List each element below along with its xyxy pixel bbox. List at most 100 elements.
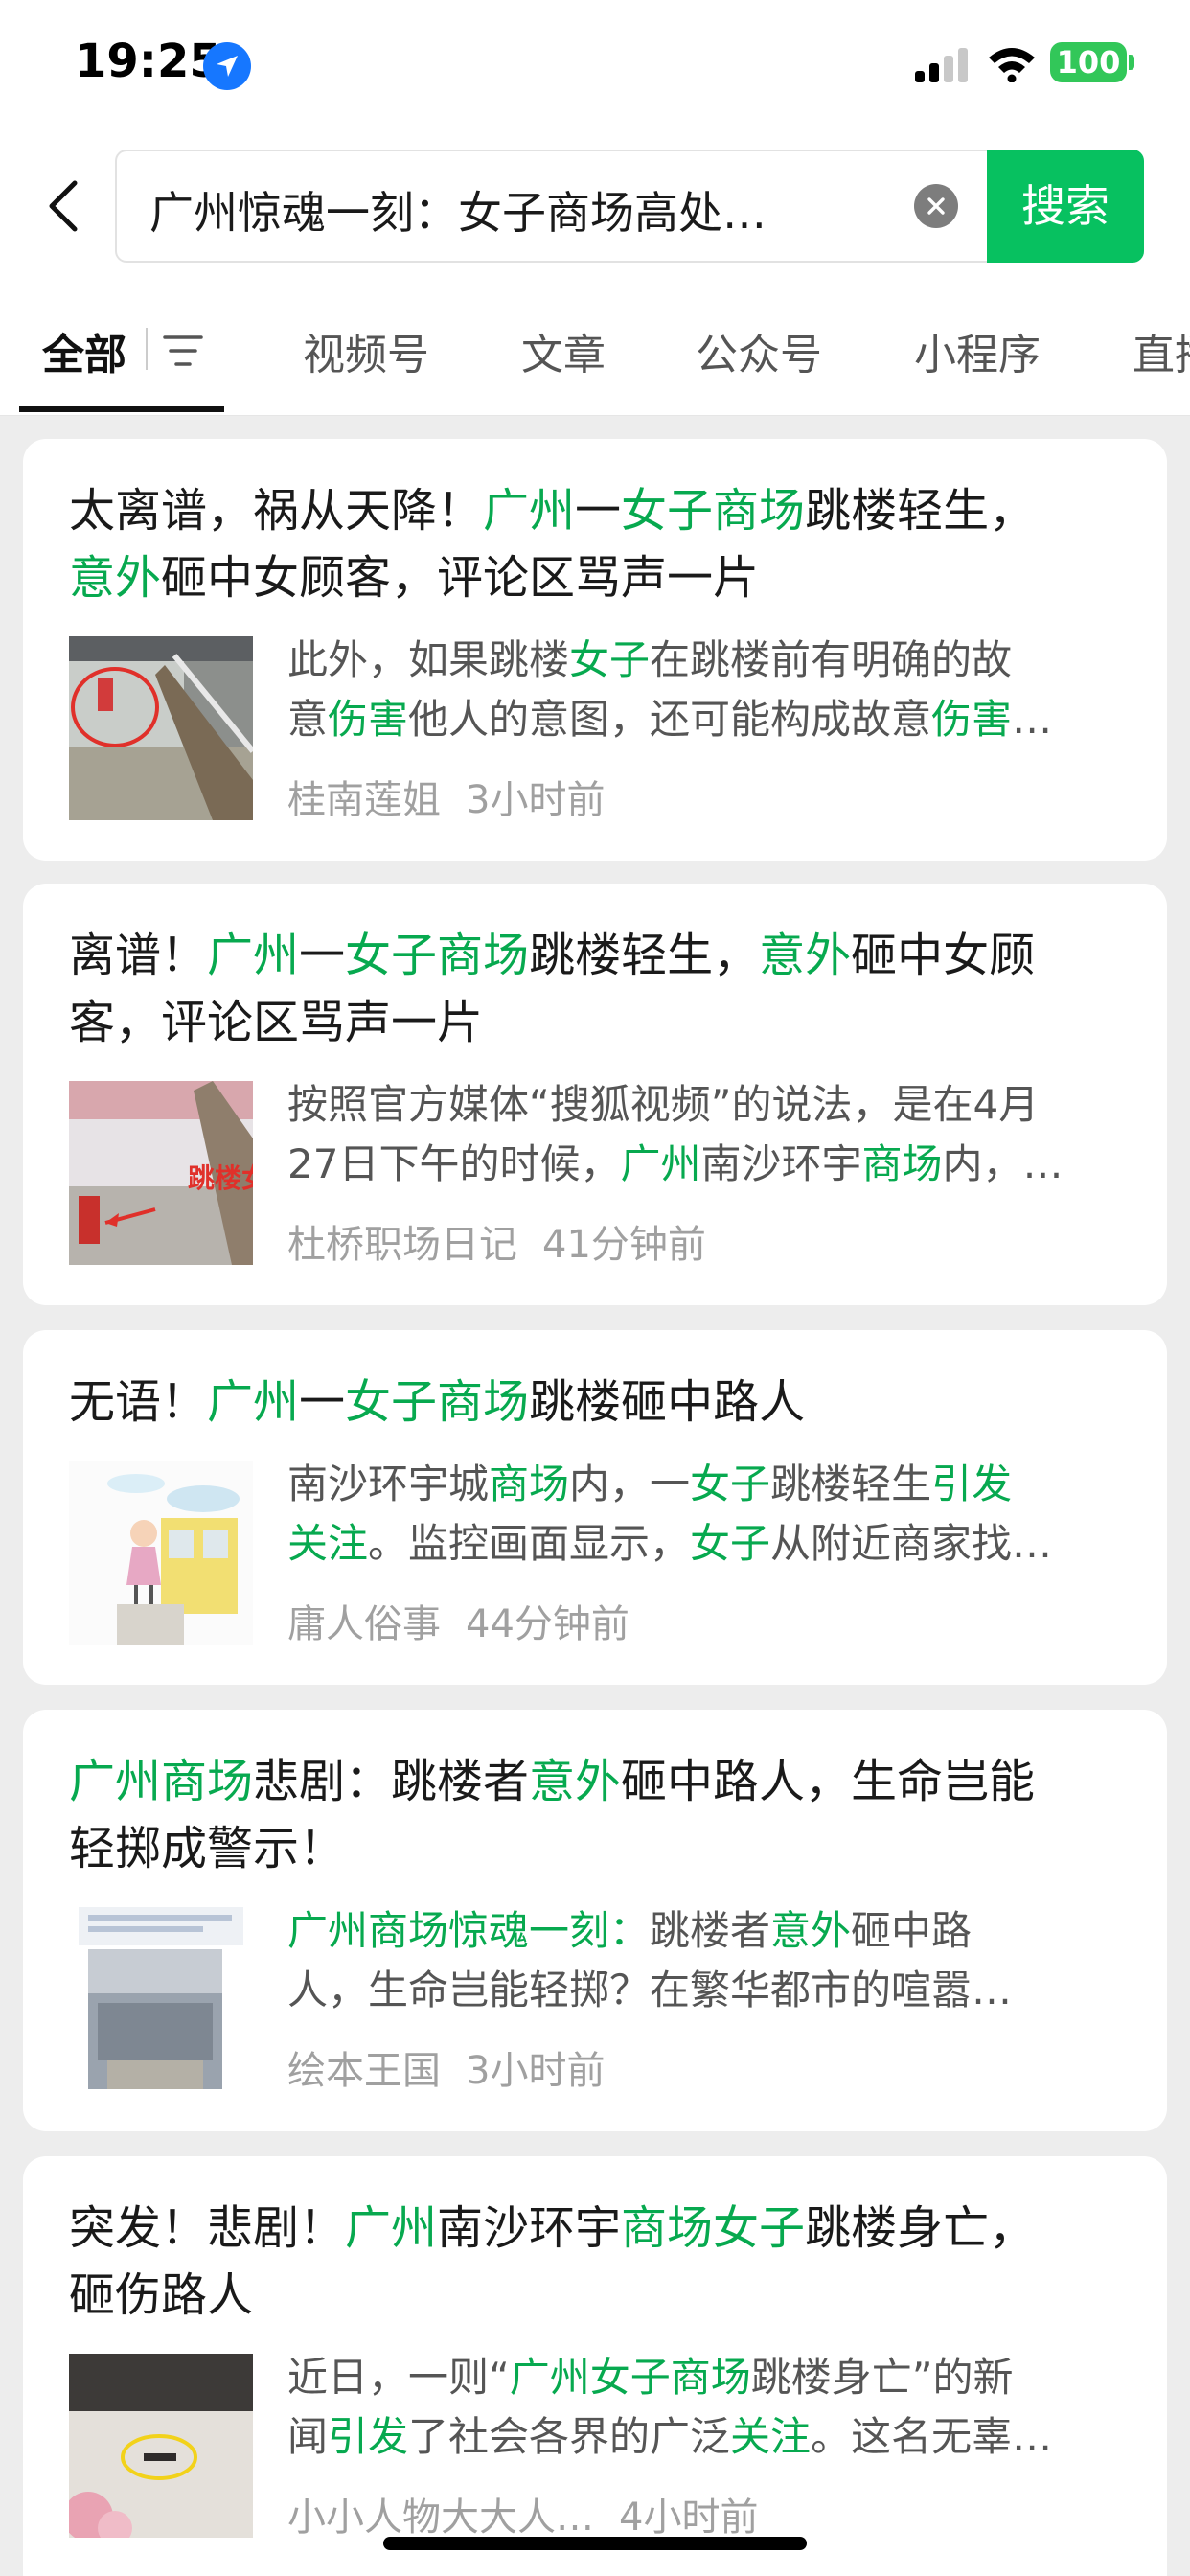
result-title: 离谱！广州一女子商场跳楼轻生，意外砸中女顾客，评论区骂声一片 [69,922,1133,1056]
text-segment: 跳楼身亡”的新 [750,2354,1014,2401]
highlighted-keyword: 意外 [529,1755,622,1808]
text-segment: 客，评论区骂声一片 [69,996,484,1049]
highlighted-keyword: 意外 [759,929,852,982]
text-segment: 一 [575,484,622,538]
text-line: 砸伤路人 [69,2262,1133,2329]
text-line: 客，评论区骂声一片 [69,989,1133,1056]
highlighted-keyword: 引发 [328,2413,409,2460]
text-segment: 27日下午的时候， [287,1140,621,1187]
text-segment: 跳楼轻生 [770,1460,932,1507]
result-card[interactable]: 突发！悲剧！广州南沙环宇商场女子跳楼身亡， 砸伤路人 近日，一则“广州女子商场跳楼… [23,2156,1167,2576]
filter-tabs: 全部 视频号 文章 公众号 小程序 直播 [0,288,1190,416]
text-line: 离谱！广州一女子商场跳楼轻生，意外砸中女顾 [69,922,1133,989]
highlighted-keyword: 意外 [770,1907,852,1954]
text-line: 南沙环宇城商场内，一女子跳楼轻生引发 [287,1455,1140,1514]
result-source[interactable]: 小小人物大大人… [287,2496,594,2540]
text-segment: 。监控画面显示， [368,1520,691,1567]
back-chevron-icon[interactable] [42,177,84,235]
result-snippet: 近日，一则“广州女子商场跳楼身亡”的新 闻引发了社会各界的广泛关注。这名无辜… [287,2348,1140,2467]
result-card[interactable]: 离谱！广州一女子商场跳楼轻生，意外砸中女顾客，评论区骂声一片 跳楼女子 按照官方… [23,884,1167,1305]
result-card[interactable]: 太离谱，祸从天降！广州一女子商场跳楼轻生， 意外砸中女顾客，评论区骂声一片 此外，… [23,439,1167,861]
highlighted-keyword: 广州商场 [69,1755,254,1808]
battery-indicator: 100 [1050,42,1127,82]
text-segment: 跳楼轻生， [529,929,760,982]
battery-tip [1129,55,1134,70]
text-segment: 突发！悲剧！ [69,2201,346,2255]
tab-channels[interactable]: 视频号 [303,320,429,381]
text-segment: 一 [299,1375,346,1429]
search-button[interactable]: 搜索 [987,150,1144,263]
highlighted-keyword: 引发 [931,1460,1013,1507]
text-segment: 悲剧：跳楼者 [253,1755,530,1808]
text-segment: 内，一 [569,1460,691,1507]
highlighted-keyword: 伤害 [328,696,409,743]
text-line: 此外，如果跳楼女子在跳楼前有明确的故 [287,631,1140,690]
result-thumbnail [69,2354,253,2538]
highlighted-keyword: 关注 [287,1520,369,1567]
result-meta: 小小人物大大人… 4小时前 [287,2486,758,2542]
result-source[interactable]: 桂南莲姐 [287,778,441,822]
result-snippet: 广州商场惊魂一刻：跳楼者意外砸中路人，生命岂能轻掷？在繁华都市的喧嚣… [287,1901,1140,2020]
tab-live[interactable]: 直播 [1133,320,1190,381]
result-snippet: 南沙环宇城商场内，一女子跳楼轻生引发 关注。监控画面显示，女子从附近商家找… [287,1455,1140,1574]
text-segment: 南沙环宇 [437,2201,622,2255]
result-title: 无语！广州一女子商场跳楼砸中路人 [69,1368,1133,1436]
result-card[interactable]: 广州商场悲剧：跳楼者意外砸中路人，生命岂能 轻掷成警示！ 广州商场惊魂一刻：跳楼者… [23,1710,1167,2131]
result-time: 3小时前 [466,2049,606,2093]
highlighted-keyword: 广州 [483,484,576,538]
result-thumbnail [69,1907,253,2091]
highlighted-keyword: 广州商场惊魂一刻： [287,1907,651,1954]
text-segment: 人，生命岂能轻掷？在繁华都市的喧嚣… [287,1966,1013,2013]
highlighted-keyword: 广州 [345,2201,438,2255]
highlighted-keyword: 广州 [207,1375,300,1429]
status-bar: 19:25 100 [0,0,1190,134]
text-segment: 。这名无辜… [811,2413,1053,2460]
text-line: 广州商场惊魂一刻：跳楼者意外砸中路 [287,1901,1140,1961]
text-line: 轻掷成警示！ [69,1815,1133,1882]
text-line: 按照官方媒体“搜狐视频”的说法，是在4月 [287,1075,1140,1135]
text-line: 关注。监控画面显示，女子从附近商家找… [287,1514,1140,1574]
text-segment: 从附近商家找… [770,1520,1053,1567]
result-thumbnail: 跳楼女子 [69,1081,253,1265]
result-source[interactable]: 庸人俗事 [287,1602,441,1646]
result-source[interactable]: 绘本王国 [287,2049,441,2093]
status-time: 19:25 [75,34,221,88]
result-time: 44分钟前 [466,1602,629,1646]
result-title: 太离谱，祸从天降！广州一女子商场跳楼轻生， 意外砸中女顾客，评论区骂声一片 [69,477,1133,611]
text-segment: 按照官方媒体“搜狐视频”的说法，是在4月 [287,1081,1040,1128]
highlighted-keyword: 广州 [207,929,300,982]
tab-articles[interactable]: 文章 [521,320,606,381]
highlighted-keyword: 伤害 [931,696,1013,743]
text-line: 近日，一则“广州女子商场跳楼身亡”的新 [287,2348,1140,2407]
result-source[interactable]: 杜桥职场日记 [287,1223,517,1267]
result-meta: 庸人俗事 44分钟前 [287,1593,629,1648]
tab-mini-programs[interactable]: 小程序 [914,320,1041,381]
text-line: 太离谱，祸从天降！广州一女子商场跳楼轻生， [69,477,1133,544]
text-segment: 内，… [942,1140,1064,1187]
tab-all[interactable]: 全部 [42,320,126,381]
text-line: 意外砸中女顾客，评论区骂声一片 [69,544,1133,611]
text-line: 意伤害他人的意图，还可能构成故意伤害… [287,690,1140,749]
filter-icon[interactable] [163,334,203,372]
text-segment: 跳楼身亡， [805,2201,1036,2255]
location-arrow-icon [203,42,251,90]
text-segment: 跳楼砸中路人 [529,1375,806,1429]
highlighted-keyword: 女子商场 [345,1375,530,1429]
text-line: 人，生命岂能轻掷？在繁华都市的喧嚣… [287,1961,1140,2020]
result-time: 3小时前 [466,778,606,822]
highlighted-keyword: 商场女子 [621,2201,806,2255]
search-query-text[interactable]: 广州惊魂一刻：女子商场高处… [149,178,858,242]
clear-search-icon[interactable] [914,184,958,228]
tab-divider [146,328,148,370]
result-thumbnail [69,636,253,820]
highlighted-keyword: 广州 [620,1140,701,1187]
highlighted-keyword: 女子商场 [345,929,530,982]
highlighted-keyword: 关注 [730,2413,812,2460]
tab-official-accounts[interactable]: 公众号 [696,320,822,381]
text-segment: 跳楼者 [650,1907,771,1954]
text-segment: 意 [287,696,329,743]
text-segment: 砸中路 [851,1907,973,1954]
home-indicator[interactable] [383,2537,807,2550]
result-card[interactable]: 无语！广州一女子商场跳楼砸中路人 南沙环宇城商场内，一女子跳楼轻生引发 关注。监控… [23,1330,1167,1685]
result-title: 广州商场悲剧：跳楼者意外砸中路人，生命岂能 轻掷成警示！ [69,1748,1133,1882]
